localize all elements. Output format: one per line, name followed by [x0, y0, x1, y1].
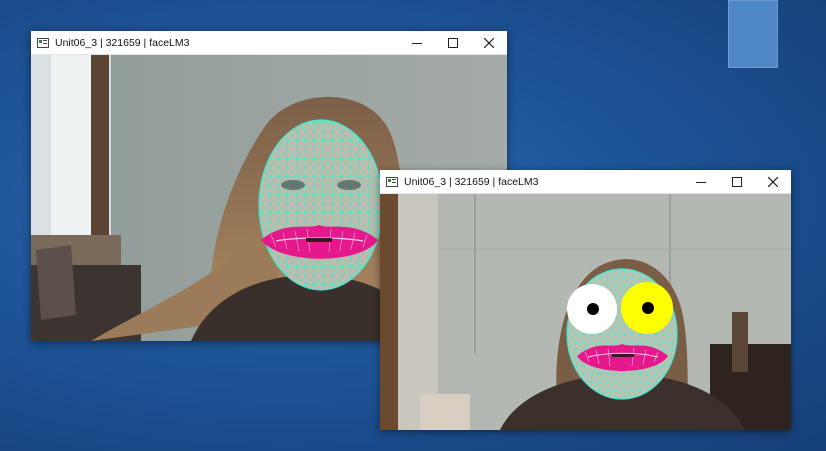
- close-button[interactable]: [755, 170, 791, 194]
- close-button[interactable]: [471, 31, 507, 55]
- close-icon: [768, 177, 778, 187]
- camera-view: [380, 194, 791, 430]
- app-icon: [37, 37, 49, 48]
- maximize-button[interactable]: [719, 170, 755, 194]
- maximize-icon: [448, 38, 458, 48]
- decorative-rectangle: [728, 0, 778, 68]
- close-icon: [484, 38, 494, 48]
- pupil-left: [587, 303, 599, 315]
- pupil-right: [642, 302, 654, 314]
- app-icon: [386, 176, 398, 187]
- minimize-icon: [696, 182, 706, 183]
- minimize-icon: [412, 43, 422, 44]
- maximize-icon: [732, 177, 742, 187]
- camera-window-2[interactable]: Unit06_3 | 321659 | faceLM3: [380, 170, 791, 430]
- maximize-button[interactable]: [435, 31, 471, 55]
- window-titlebar[interactable]: Unit06_3 | 321659 | faceLM3: [380, 170, 791, 194]
- minimize-button[interactable]: [399, 31, 435, 55]
- window-titlebar[interactable]: Unit06_3 | 321659 | faceLM3: [31, 31, 507, 55]
- window-title: Unit06_3 | 321659 | faceLM3: [404, 175, 539, 188]
- window-title: Unit06_3 | 321659 | faceLM3: [55, 36, 190, 49]
- minimize-button[interactable]: [683, 170, 719, 194]
